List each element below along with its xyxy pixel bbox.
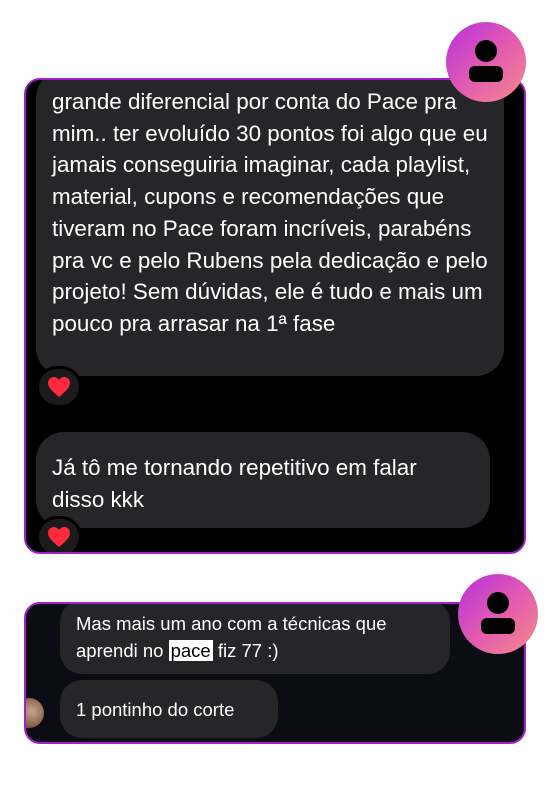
message-bubble: Já tô me tornando repetitivo em falar di… <box>36 432 490 528</box>
message-text-part: fiz 77 :) <box>212 640 279 661</box>
message-bubble: grande diferencial por conta do Pace pra… <box>36 80 504 376</box>
highlighted-word: pace <box>168 640 213 661</box>
chat-screenshot-1: grande diferencial por conta do Pace pra… <box>24 78 526 554</box>
user-avatar <box>446 22 526 102</box>
heart-reaction[interactable] <box>36 366 82 408</box>
user-avatar <box>458 574 538 654</box>
chat-screenshot-2: Mas mais um ano com a técnicas que apren… <box>24 602 526 744</box>
heart-icon <box>48 527 70 547</box>
user-avatar-icon <box>469 40 503 82</box>
message-bubble: Mas mais um ano com a técnicas que apren… <box>60 604 450 674</box>
heart-reaction[interactable] <box>36 516 82 552</box>
heart-icon <box>48 377 70 397</box>
message-text: 1 pontinho do corte <box>76 699 235 720</box>
message-text: Já tô me tornando repetitivo em falar di… <box>52 455 417 512</box>
user-avatar-icon <box>481 592 515 634</box>
message-bubble: 1 pontinho do corte <box>60 680 278 738</box>
sender-avatar <box>26 698 44 728</box>
message-text: grande diferencial por conta do Pace pra… <box>52 89 488 336</box>
